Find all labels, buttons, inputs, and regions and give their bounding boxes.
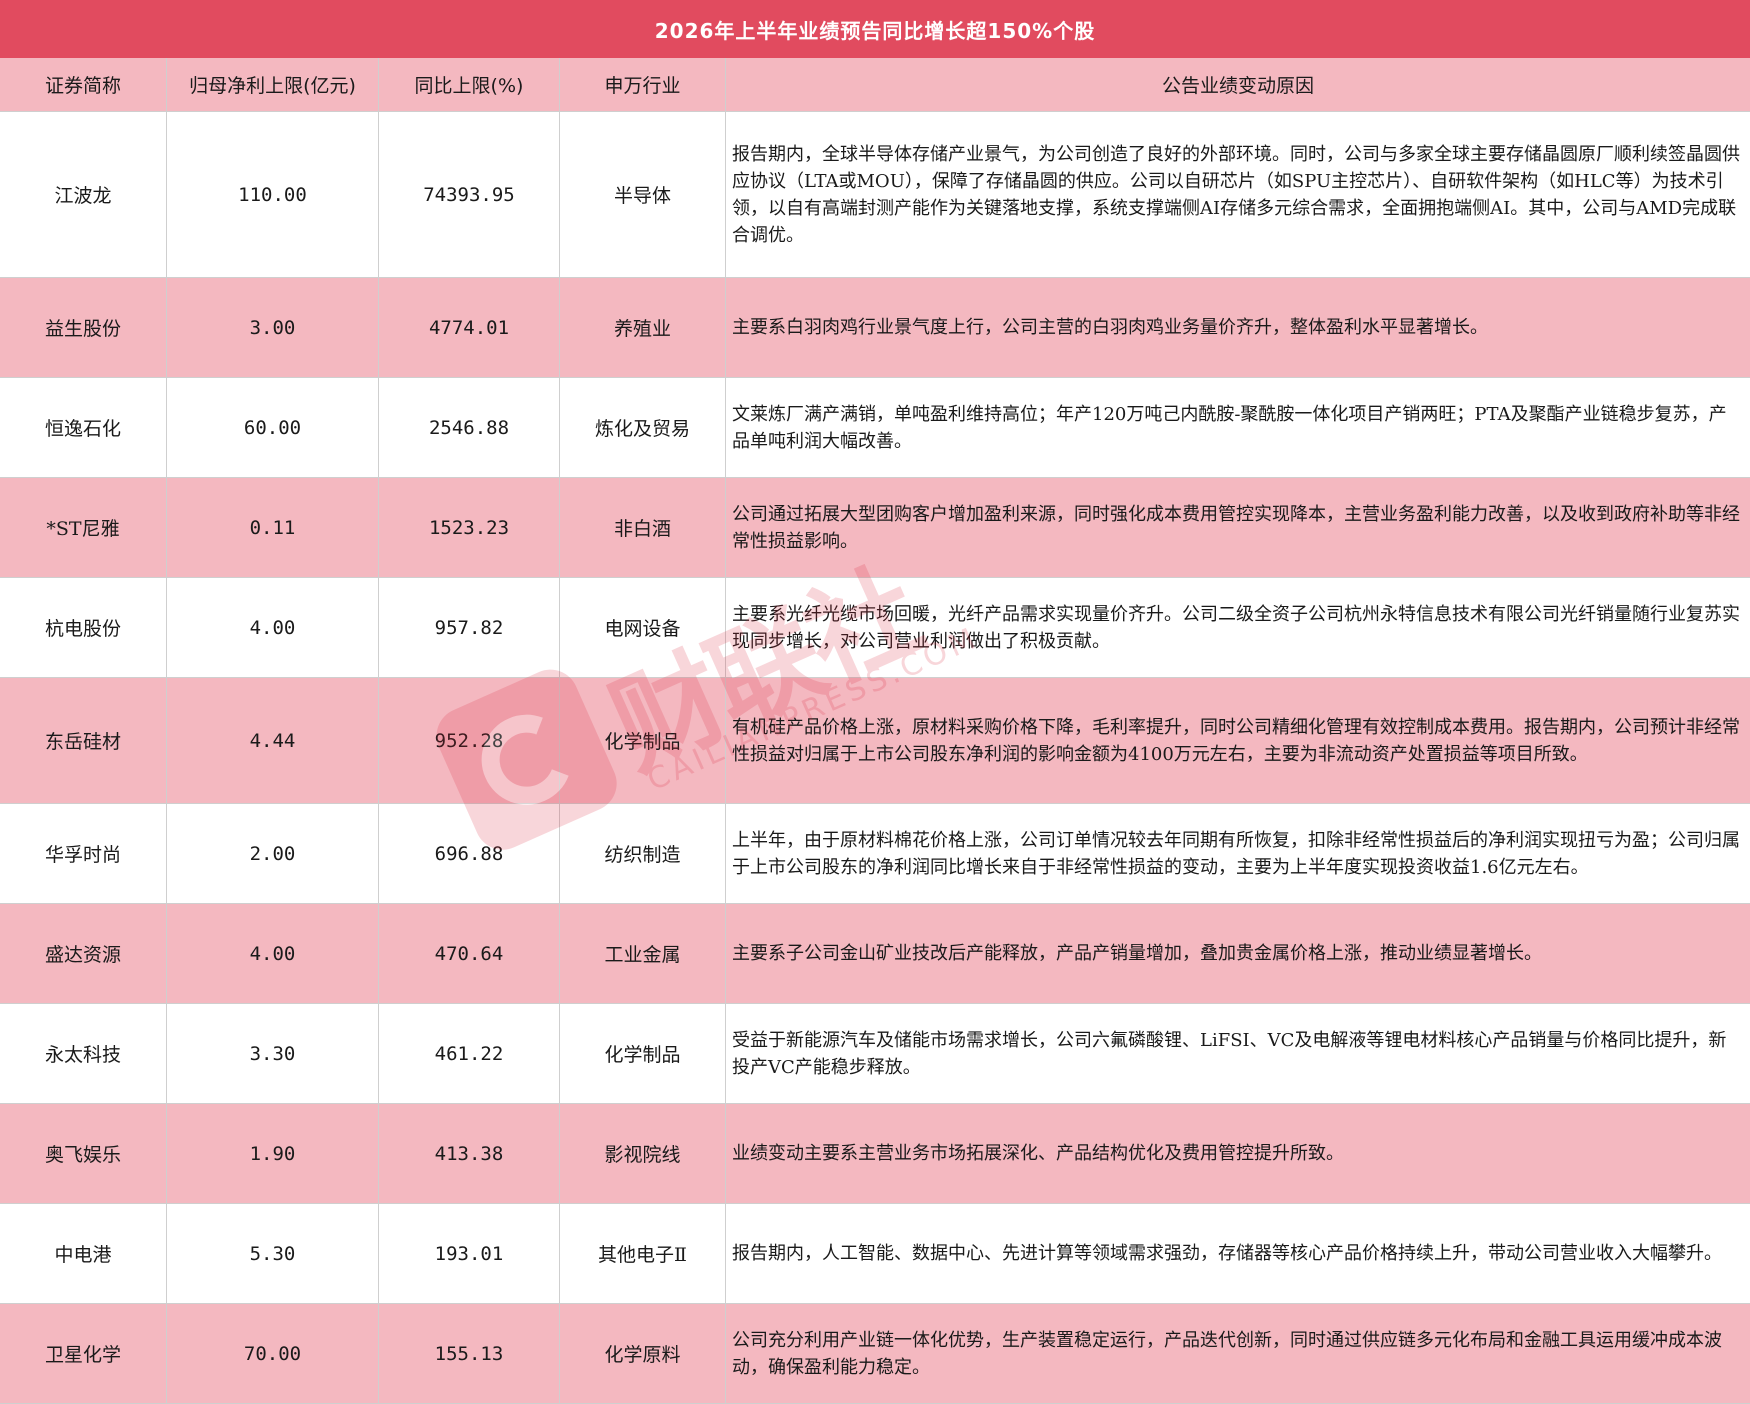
industry: 化学制品 (560, 1004, 726, 1103)
yoy-cap: 1523.23 (379, 478, 560, 577)
profit-cap: 70.00 (167, 1304, 379, 1403)
table-title: 2026年上半年业绩预告同比增长超150%个股 (0, 0, 1750, 59)
table-row: 卫星化学 70.00 155.13 化学原料 公司充分利用产业链一体化优势，生产… (0, 1304, 1750, 1404)
profit-cap: 1.90 (167, 1104, 379, 1203)
profit-cap: 4.00 (167, 578, 379, 677)
industry: 工业金属 (560, 904, 726, 1003)
table-row: 奥飞娱乐 1.90 413.38 影视院线 业绩变动主要系主营业务市场拓展深化、… (0, 1104, 1750, 1204)
table-row: 华孚时尚 2.00 696.88 纺织制造 上半年，由于原材料棉花价格上涨，公司… (0, 804, 1750, 904)
yoy-cap: 952.28 (379, 678, 560, 803)
col-header-yoy: 同比上限(%) (379, 58, 560, 111)
profit-cap: 4.00 (167, 904, 379, 1003)
header-row: 证券简称 归母净利上限(亿元) 同比上限(%) 申万行业 公告业绩变动原因 (0, 58, 1750, 112)
stock-name: 华孚时尚 (0, 804, 167, 903)
profit-cap: 5.30 (167, 1204, 379, 1303)
profit-cap: 3.00 (167, 278, 379, 377)
profit-cap: 2.00 (167, 804, 379, 903)
industry: 养殖业 (560, 278, 726, 377)
profit-cap: 110.00 (167, 112, 379, 277)
industry: 化学原料 (560, 1304, 726, 1403)
stock-name: 奥飞娱乐 (0, 1104, 167, 1203)
table-row: 永太科技 3.30 461.22 化学制品 受益于新能源汽车及储能市场需求增长，… (0, 1004, 1750, 1104)
yoy-cap: 74393.95 (379, 112, 560, 277)
industry: 非白酒 (560, 478, 726, 577)
change-reason: 主要系子公司金山矿业技改后产能释放，产品产销量增加，叠加贵金属价格上涨，推动业绩… (732, 943, 1542, 964)
profit-cap: 60.00 (167, 378, 379, 477)
col-header-name: 证券简称 (0, 58, 167, 111)
yoy-cap: 470.64 (379, 904, 560, 1003)
yoy-cap: 193.01 (379, 1204, 560, 1303)
change-reason: 受益于新能源汽车及储能市场需求增长，公司六氟磷酸锂、LiFSI、VC及电解液等锂… (732, 1029, 1727, 1078)
change-reason: 文莱炼厂满产满销，单吨盈利维持高位；年产120万吨己内酰胺-聚酰胺一体化项目产销… (732, 403, 1727, 452)
profit-cap: 0.11 (167, 478, 379, 577)
stock-name: 卫星化学 (0, 1304, 167, 1403)
change-reason: 公司通过拓展大型团购客户增加盈利来源，同时强化成本费用管控实现降本，主营业务盈利… (732, 503, 1740, 552)
table-row: 益生股份 3.00 4774.01 养殖业 主要系白羽肉鸡行业景气度上行，公司主… (0, 278, 1750, 378)
stock-name: 盛达资源 (0, 904, 167, 1003)
yoy-cap: 461.22 (379, 1004, 560, 1103)
table-row: 盛达资源 4.00 470.64 工业金属 主要系子公司金山矿业技改后产能释放，… (0, 904, 1750, 1004)
profit-cap: 4.44 (167, 678, 379, 803)
stock-name: 东岳硅材 (0, 678, 167, 803)
table-row: 杭电股份 4.00 957.82 电网设备 主要系光纤光缆市场回暖，光纤产品需求… (0, 578, 1750, 678)
change-reason: 报告期内，全球半导体存储产业景气，为公司创造了良好的外部环境。同时，公司与多家全… (732, 143, 1740, 246)
change-reason: 上半年，由于原材料棉花价格上涨，公司订单情况较去年同期有所恢复，扣除非经常性损益… (732, 829, 1740, 878)
table-row: 恒逸石化 60.00 2546.88 炼化及贸易 文莱炼厂满产满销，单吨盈利维持… (0, 378, 1750, 478)
industry: 半导体 (560, 112, 726, 277)
profit-cap: 3.30 (167, 1004, 379, 1103)
industry: 影视院线 (560, 1104, 726, 1203)
stock-name: 杭电股份 (0, 578, 167, 677)
stock-name: 恒逸石化 (0, 378, 167, 477)
industry: 化学制品 (560, 678, 726, 803)
change-reason: 公司充分利用产业链一体化优势，生产装置稳定运行，产品迭代创新，同时通过供应链多元… (732, 1329, 1722, 1378)
yoy-cap: 413.38 (379, 1104, 560, 1203)
col-header-profit: 归母净利上限(亿元) (167, 58, 379, 111)
table-row: 江波龙 110.00 74393.95 半导体 报告期内，全球半导体存储产业景气… (0, 112, 1750, 278)
industry: 其他电子Ⅱ (560, 1204, 726, 1303)
industry: 炼化及贸易 (560, 378, 726, 477)
change-reason: 主要系光纤光缆市场回暖，光纤产品需求实现量价齐升。公司二级全资子公司杭州永特信息… (732, 603, 1740, 652)
yoy-cap: 2546.88 (379, 378, 560, 477)
industry: 电网设备 (560, 578, 726, 677)
industry: 纺织制造 (560, 804, 726, 903)
change-reason: 业绩变动主要系主营业务市场拓展深化、产品结构优化及费用管控提升所致。 (732, 1143, 1344, 1164)
change-reason: 报告期内，人工智能、数据中心、先进计算等领域需求强劲，存储器等核心产品价格持续上… (732, 1243, 1722, 1264)
stock-name: *ST尼雅 (0, 478, 167, 577)
yoy-cap: 696.88 (379, 804, 560, 903)
table-row: *ST尼雅 0.11 1523.23 非白酒 公司通过拓展大型团购客户增加盈利来… (0, 478, 1750, 578)
col-header-reason: 公告业绩变动原因 (1161, 75, 1314, 97)
stock-name: 江波龙 (0, 112, 167, 277)
col-header-industry: 申万行业 (560, 58, 726, 111)
stock-name: 永太科技 (0, 1004, 167, 1103)
yoy-cap: 4774.01 (379, 278, 560, 377)
performance-table: 2026年上半年业绩预告同比增长超150%个股 证券简称 归母净利上限(亿元) … (0, 0, 1750, 1404)
table-row: 中电港 5.30 193.01 其他电子Ⅱ 报告期内，人工智能、数据中心、先进计… (0, 1204, 1750, 1304)
yoy-cap: 957.82 (379, 578, 560, 677)
change-reason: 有机硅产品价格上涨，原材料采购价格下降，毛利率提升，同时公司精细化管理有效控制成… (732, 716, 1740, 765)
stock-name: 益生股份 (0, 278, 167, 377)
yoy-cap: 155.13 (379, 1304, 560, 1403)
change-reason: 主要系白羽肉鸡行业景气度上行，公司主营的白羽肉鸡业务量价齐升，整体盈利水平显著增… (732, 317, 1488, 338)
stock-name: 中电港 (0, 1204, 167, 1303)
table-row: 东岳硅材 4.44 952.28 化学制品 有机硅产品价格上涨，原材料采购价格下… (0, 678, 1750, 804)
